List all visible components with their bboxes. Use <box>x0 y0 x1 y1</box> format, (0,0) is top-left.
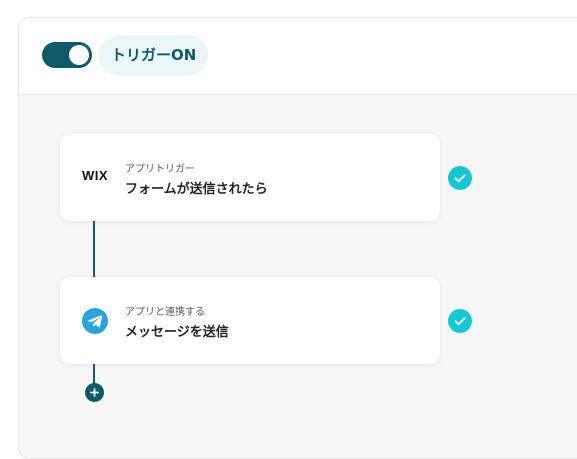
step-category: アプリトリガー <box>125 164 195 175</box>
check-icon <box>448 309 472 333</box>
wix-logo-icon: WIX <box>82 168 109 183</box>
add-step-button[interactable] <box>85 383 104 402</box>
trigger-status-label: トリガーON <box>99 35 209 75</box>
flow-editor-panel: トリガーON WIX アプリトリガー フォームが送信されたら アプリと連携する … <box>18 17 577 459</box>
step-title: フォームが送信されたら <box>125 182 268 197</box>
step-title: メッセージを送信 <box>125 325 229 340</box>
flow-header: トリガーON <box>19 18 577 95</box>
trigger-toggle[interactable] <box>42 42 92 68</box>
plus-icon <box>90 388 99 397</box>
check-icon <box>448 166 472 190</box>
toggle-knob <box>69 45 89 65</box>
step-connector <box>93 221 95 277</box>
step-category: アプリと連携する <box>125 307 205 318</box>
telegram-icon <box>82 308 108 334</box>
step-connector <box>93 364 95 384</box>
step-card-telegram-action[interactable]: アプリと連携する メッセージを送信 <box>60 277 440 364</box>
step-card-wix-trigger[interactable]: WIX アプリトリガー フォームが送信されたら <box>60 134 440 221</box>
